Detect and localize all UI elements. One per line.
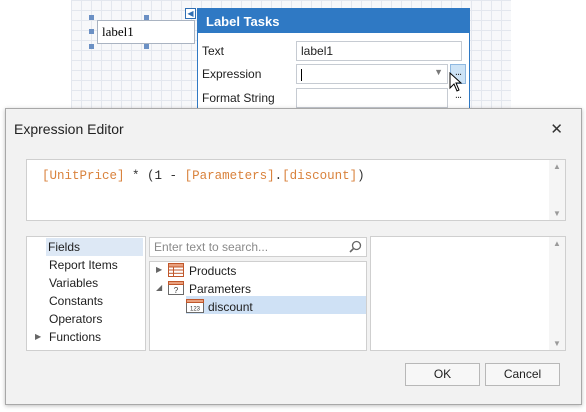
tree-node-parameters[interactable]: ◢ ? Parameters: [149, 280, 367, 298]
search-icon[interactable]: [349, 240, 362, 253]
label-control-text: label1: [102, 24, 134, 39]
tasks-row-format-string: Format String ...: [202, 88, 470, 108]
expression-text: [UnitPrice] * (1 - [Parameters].[discoun…: [42, 169, 365, 183]
parameters-icon: ?: [168, 281, 184, 295]
scroll-up-icon[interactable]: ▲: [549, 239, 565, 248]
expression-editor-dialog: Expression Editor ✕ [UnitPrice] * (1 - […: [5, 108, 582, 405]
cancel-button[interactable]: Cancel: [485, 363, 560, 386]
text-caret: [301, 68, 302, 81]
parameters-label: Parameters: [189, 282, 252, 296]
description-scrollbar[interactable]: ▲ ▼: [549, 237, 565, 350]
category-functions[interactable]: Functions: [47, 328, 101, 346]
category-variables[interactable]: Variables: [47, 274, 98, 292]
expression-token-parameters: [Parameters]: [184, 169, 275, 183]
discount-label: discount: [208, 300, 253, 314]
category-fields[interactable]: Fields: [46, 238, 143, 256]
expression-token-close-paren: ): [357, 169, 365, 183]
label-control[interactable]: label1: [97, 20, 195, 44]
format-string-label: Format String: [202, 91, 275, 105]
products-label: Products: [189, 264, 237, 278]
resize-handle-left[interactable]: [89, 29, 94, 34]
expand-arrow-icon[interactable]: ▶: [35, 332, 41, 341]
category-operators[interactable]: Operators: [47, 310, 102, 328]
close-icon[interactable]: ✕: [550, 120, 563, 138]
scroll-up-icon[interactable]: ▲: [549, 162, 565, 171]
table-icon: [168, 263, 184, 277]
search-box[interactable]: [149, 237, 367, 257]
label-tasks-title: Label Tasks: [198, 9, 469, 33]
tree-node-products[interactable]: ▶ Products: [149, 262, 367, 280]
text-label: Text: [202, 44, 225, 58]
text-field-value: label1: [301, 44, 334, 58]
expand-arrow-icon[interactable]: ▶: [156, 265, 162, 274]
svg-text:?: ?: [174, 286, 179, 295]
expression-scrollbar[interactable]: ▲ ▼: [549, 160, 565, 220]
number-parameter-icon: 123: [186, 299, 204, 313]
format-string-field[interactable]: [296, 88, 448, 108]
expression-label: Expression: [202, 67, 262, 81]
resize-handle-bottom-left[interactable]: [89, 44, 94, 49]
tasks-row-expression: Expression ▼ ...: [202, 64, 470, 84]
expression-token-unitprice: [UnitPrice]: [42, 169, 125, 183]
smart-tag-icon[interactable]: ◀: [185, 8, 196, 19]
resize-handle-top[interactable]: [144, 15, 149, 20]
mouse-pointer-icon: [449, 72, 463, 92]
category-report-items[interactable]: Report Items: [47, 256, 118, 274]
tasks-row-text: Text label1: [202, 41, 470, 61]
scroll-down-icon[interactable]: ▼: [549, 339, 565, 348]
category-list: Fields Report Items Variables Constants …: [26, 236, 146, 351]
expression-token-discount: [discount]: [282, 169, 358, 183]
resize-handle-bottom[interactable]: [144, 44, 149, 49]
expression-combo[interactable]: ▼: [296, 64, 448, 84]
svg-text:123: 123: [190, 307, 201, 313]
dialog-title: Expression Editor: [14, 121, 124, 137]
description-panel: ▲ ▼: [370, 236, 566, 351]
category-constants[interactable]: Constants: [47, 292, 103, 310]
scroll-down-icon[interactable]: ▼: [549, 209, 565, 218]
chevron-down-icon[interactable]: ▼: [434, 67, 443, 77]
expression-editor-textarea[interactable]: [UnitPrice] * (1 - [Parameters].[discoun…: [26, 159, 566, 221]
tree-node-discount[interactable]: 123 discount: [186, 298, 366, 316]
resize-handle-top-left[interactable]: [89, 15, 94, 20]
search-input[interactable]: [150, 238, 340, 256]
expression-token-minus: -: [162, 169, 185, 183]
text-field[interactable]: label1: [296, 41, 462, 61]
expression-token-number: 1: [154, 169, 163, 183]
label-tasks-panel: Label Tasks Text label1 Expression ▼ ...…: [197, 8, 470, 110]
collapse-arrow-icon[interactable]: ◢: [156, 283, 162, 292]
expression-token-operator: * (: [124, 169, 155, 183]
ok-button[interactable]: OK: [405, 363, 480, 386]
expression-token-dot: .: [274, 169, 283, 183]
